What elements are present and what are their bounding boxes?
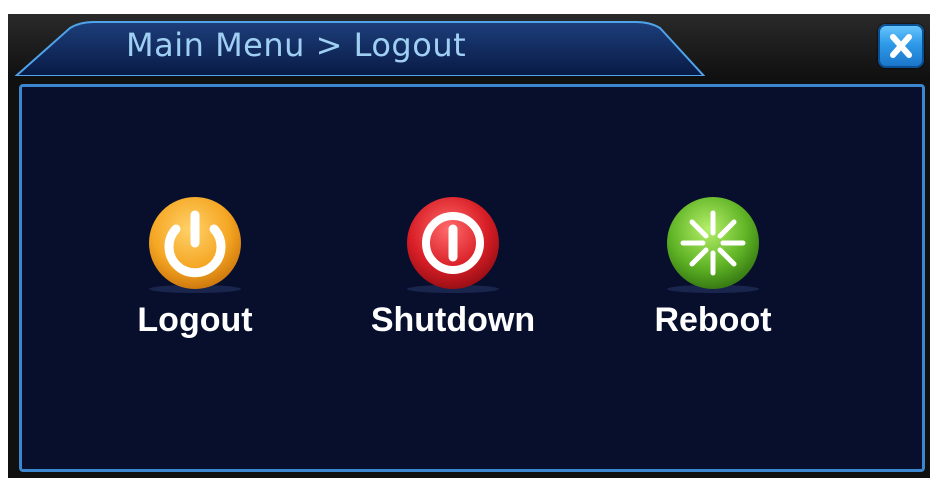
close-icon: [890, 34, 912, 58]
shutdown-icon: [407, 197, 499, 293]
logout-label: Logout: [137, 301, 253, 339]
title-bar: Main Menu > Logout: [8, 14, 930, 76]
logout-button[interactable]: Logout: [85, 195, 305, 340]
logout-dialog: Main Menu > Logout Logout Shutdown Reboo…: [8, 14, 930, 478]
shutdown-button[interactable]: Shutdown: [343, 195, 563, 340]
shutdown-label: Shutdown: [370, 301, 536, 339]
reboot-button[interactable]: Reboot: [603, 195, 823, 340]
window-title: Main Menu > Logout: [126, 26, 467, 64]
reboot-icon: [667, 197, 759, 293]
close-button[interactable]: [878, 24, 924, 68]
reboot-label: Reboot: [654, 301, 772, 339]
power-icon: [149, 197, 241, 293]
action-panel: Logout Shutdown Reboot: [19, 84, 925, 472]
